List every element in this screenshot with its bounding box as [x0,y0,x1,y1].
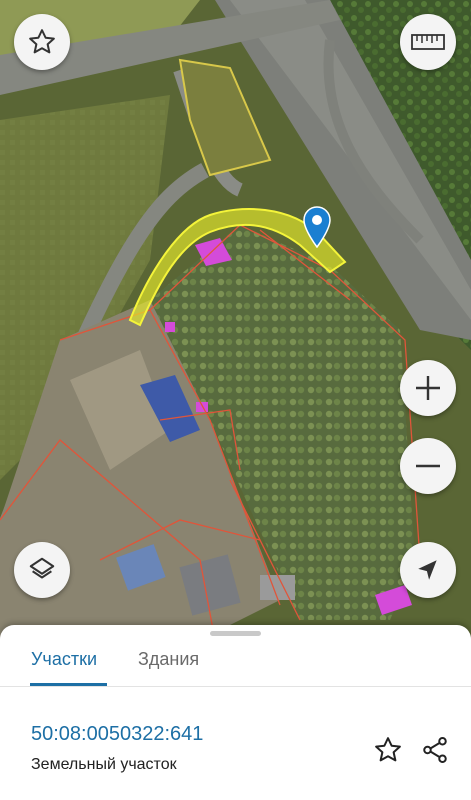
ruler-icon [411,34,445,50]
favorite-button[interactable] [14,14,70,70]
layers-icon [29,557,55,579]
tab-bar: Участки Здания [0,641,471,687]
tab-parcels[interactable]: Участки [31,646,97,682]
add-favorite-button[interactable] [371,733,405,767]
parcel-type-label: Земельный участок [31,756,177,773]
map-view[interactable] [0,0,471,640]
satellite-map[interactable] [0,0,471,640]
measure-button[interactable] [400,14,456,70]
navigation-arrow-icon [418,560,437,580]
active-tab-indicator [30,683,107,686]
zoom-out-button[interactable] [400,438,456,494]
minus-icon [416,464,440,468]
cadastral-number[interactable]: 50:08:0050322:641 [31,723,203,746]
layers-button[interactable] [14,542,70,598]
tab-buildings[interactable]: Здания [138,646,199,682]
share-button[interactable] [418,733,452,767]
share-icon [423,737,447,763]
plus-icon [416,376,440,400]
my-location-button[interactable] [400,542,456,598]
star-outline-icon [29,29,55,54]
location-pin-icon[interactable] [302,206,332,248]
bottom-sheet[interactable]: Участки Здания 50:08:0050322:641 Земельн… [0,625,471,800]
drag-handle[interactable] [210,631,261,636]
star-outline-icon [375,737,401,762]
zoom-in-button[interactable] [400,360,456,416]
